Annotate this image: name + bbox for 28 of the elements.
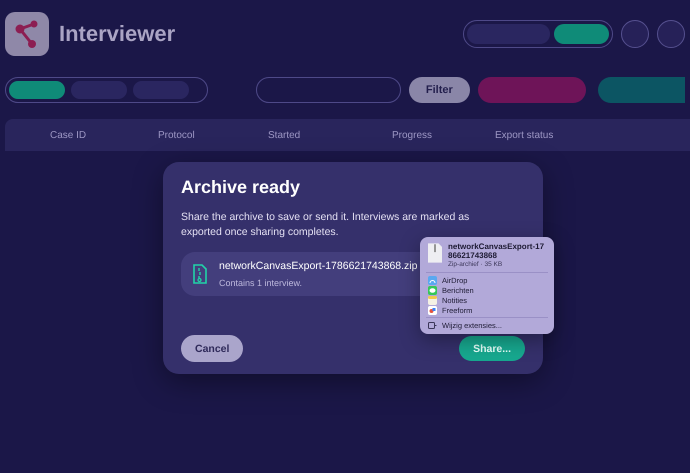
export-button[interactable] [598, 77, 685, 103]
column-header: Started [268, 130, 300, 140]
search-field[interactable] [256, 77, 400, 103]
dialog-title: Archive ready [181, 176, 302, 198]
column-header: Export status [495, 130, 554, 140]
share-icon [14, 20, 40, 48]
zip-file-icon [428, 243, 442, 263]
delete-button[interactable] [478, 77, 586, 103]
column-header: Protocol [158, 130, 195, 140]
status-tab[interactable] [9, 81, 65, 99]
mode-segment[interactable] [554, 24, 609, 44]
file-detail: Contains 1 interview. [219, 278, 302, 288]
filter-button[interactable]: Filter [408, 77, 470, 103]
file-icon [193, 264, 207, 284]
airdrop-icon [428, 276, 437, 284]
column-header: Case ID [50, 130, 86, 140]
cancel-button[interactable]: Cancel [181, 335, 244, 362]
column-header: Progress [392, 130, 432, 140]
file-name: networkCanvasExport-1786621743868 [448, 243, 546, 260]
notepad-icon [428, 296, 437, 304]
extension-icon [428, 322, 437, 329]
menu-button[interactable] [657, 20, 685, 48]
shapes-icon [428, 306, 437, 314]
app-title: Interviewer [59, 21, 176, 47]
dialog-message: Share the archive to save or send it. Interviews are marked as exported once sharing completes. [181, 210, 470, 240]
lock-button[interactable] [621, 20, 649, 48]
speech-bubble-icon [428, 286, 437, 294]
file-name: networkCanvasExport-1786621743868.zip [219, 260, 418, 272]
